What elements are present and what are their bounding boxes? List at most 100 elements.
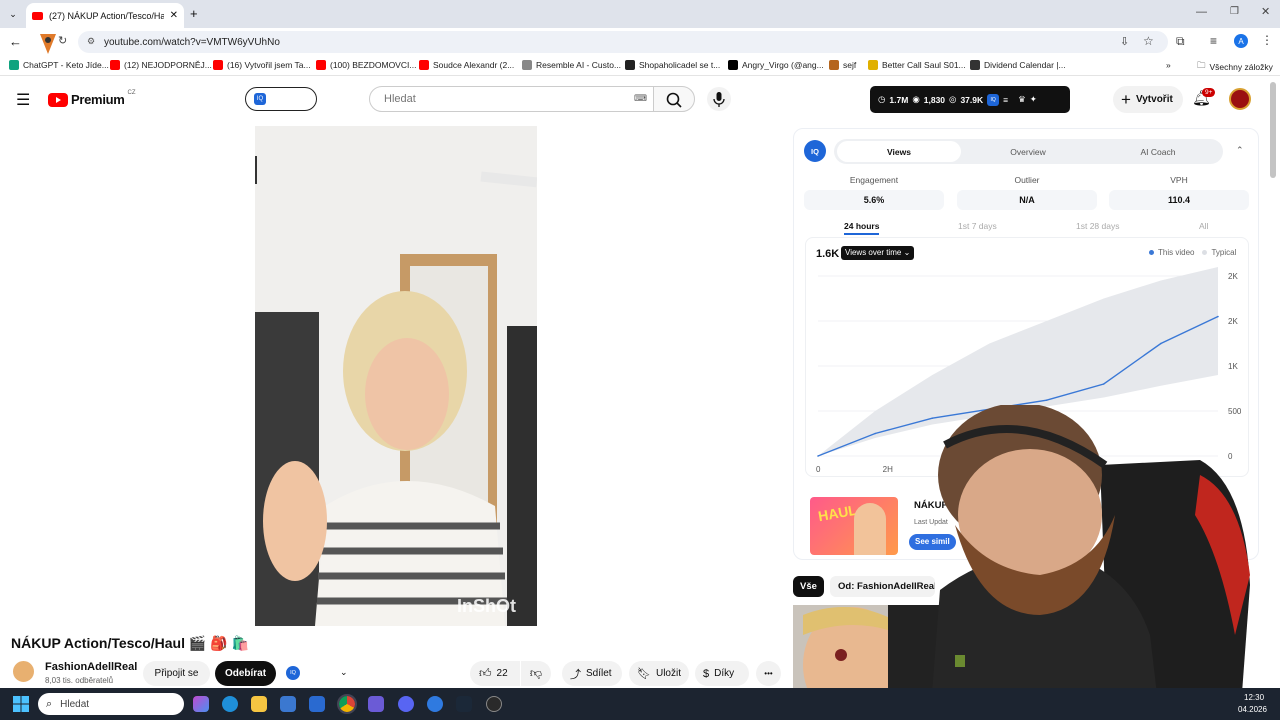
mail-icon[interactable] (309, 696, 325, 712)
channel-name[interactable]: FashionAdellReal (45, 661, 137, 673)
account-avatar[interactable] (1229, 88, 1251, 110)
views-over-time-dropdown[interactable]: Views over time ⌄ (841, 246, 915, 260)
profile-avatar[interactable]: A (1234, 34, 1248, 48)
bookmark-item[interactable]: Better Call Saul S01... (868, 60, 966, 70)
bookmark-item[interactable]: ChatGPT - Keto Jíde... (9, 60, 109, 70)
voice-search-button[interactable] (707, 87, 731, 111)
video-player[interactable]: InShOt (255, 126, 537, 626)
iq-channel-icon[interactable]: IQ (286, 666, 300, 680)
steam-icon[interactable] (456, 696, 472, 712)
youtube-logo-icon (48, 92, 68, 107)
bookmark-label: (100) BEZDOMOVCI... (330, 60, 417, 70)
range-7-days[interactable]: 1st 7 days (958, 221, 997, 231)
minimize-icon[interactable]: — (1196, 6, 1207, 18)
range-24-hours[interactable]: 24 hours (844, 221, 880, 235)
join-button[interactable]: Připojit se (143, 661, 210, 686)
subscribe-button[interactable]: Odebírat (215, 661, 276, 686)
related-thumbnail[interactable]: HAUL (810, 497, 898, 555)
bookmark-item[interactable]: (12) NEJODPORNĚJ... (110, 60, 212, 70)
install-icon[interactable]: ⇩ (1120, 35, 1129, 48)
windows-start-icon[interactable] (13, 696, 29, 712)
chip-all[interactable]: Vše (793, 576, 824, 597)
page-scrollbar[interactable] (1270, 82, 1276, 178)
bookmarks-overflow-icon[interactable]: » (1166, 60, 1171, 70)
browser-menu-icon[interactable]: ⋮ (1261, 33, 1273, 47)
more-actions-button[interactable]: ••• (756, 661, 781, 686)
bookmark-favicon-icon (316, 60, 326, 70)
bookmark-favicon-icon (522, 60, 532, 70)
new-tab-button[interactable]: + (190, 6, 198, 21)
search-input[interactable]: Hledat ⌨ (369, 86, 654, 112)
range-all[interactable]: All (1199, 221, 1208, 231)
kpi-vph-label: VPH (1170, 175, 1188, 185)
iq-search-toggle[interactable]: IQ (245, 87, 317, 111)
close-window-icon[interactable]: ✕ (1261, 5, 1270, 18)
reload-icon[interactable]: ↻ (58, 34, 67, 47)
tab-overview[interactable]: Overview (966, 141, 1090, 162)
youtube-header: ☰ Premium CZ IQ Hledat ⌨ ◷ 1.7M ◉ 1,830 ◎ 3… (0, 80, 1266, 120)
browser-tab[interactable]: (27) NÁKUP Action/Tesco/Haul | ✕ (26, 3, 184, 28)
bookmark-item[interactable]: Soudce Alexandr (2... (419, 60, 514, 70)
youtube-premium-logo[interactable]: Premium CZ (48, 90, 136, 107)
bookmark-item[interactable]: Dividend Calendar |... (970, 60, 1066, 70)
save-button[interactable]: 🔖︎ Uložit (629, 661, 689, 686)
bookmark-item[interactable]: Resemble AI - Custo... (522, 60, 621, 70)
search-icon (666, 92, 682, 108)
video-title: NÁKUP Action/Tesco/Haul 🎬 🎒 🛍️ (11, 635, 249, 651)
sparkle-icon[interactable]: ✦ (1030, 94, 1037, 105)
taskbar-search[interactable]: ⌕ Hledat (38, 693, 184, 715)
hamburger-menu-icon[interactable]: ☰ (16, 90, 30, 110)
keyboard-icon[interactable]: ⌨ (634, 93, 647, 104)
all-bookmarks-folder[interactable]: 🗀 Všechny záložky (1197, 60, 1273, 74)
edge-icon[interactable] (222, 696, 238, 712)
trophy-icon[interactable]: ♛ (1018, 94, 1026, 105)
clock-icon: ◷ (878, 94, 886, 104)
channel-stats-pill[interactable]: ◷ 1.7M ◉ 1,830 ◎ 37.9K IQ ≡ ♛ ✦ (870, 86, 1070, 113)
bookmark-item[interactable]: (100) BEZDOMOVCI... (316, 60, 416, 70)
url-bar[interactable]: ⚙ youtube.com/watch?v=VMTW6yVUhNo ⇩ ☆ (78, 31, 1168, 53)
back-icon[interactable]: ← (9, 34, 22, 49)
bookmark-item[interactable]: (16) Vytvořil jsem Ta... (213, 60, 311, 70)
extensions-icon[interactable]: ⧉ (1176, 34, 1185, 49)
like-button[interactable]: 👍︎ 22 (470, 661, 520, 686)
tab-ai-coach[interactable]: AI Coach (1096, 141, 1220, 162)
list-icon[interactable]: ≡ (1003, 95, 1008, 105)
copilot-icon[interactable] (193, 696, 209, 712)
chevron-down-icon[interactable]: ⌄ (340, 667, 348, 678)
restore-icon[interactable]: ❐ (1230, 6, 1239, 17)
close-tab-icon[interactable]: ✕ (170, 10, 178, 21)
chrome-icon[interactable] (337, 694, 357, 714)
dislike-button[interactable]: 👎︎ (521, 661, 551, 686)
extension-carrot-icon[interactable] (38, 30, 58, 56)
bookmark-star-icon[interactable]: ☆ (1143, 34, 1154, 48)
search-button[interactable] (653, 86, 695, 112)
discord-icon[interactable] (398, 696, 414, 712)
bookmark-favicon-icon (110, 60, 120, 70)
range-28-days[interactable]: 1st 28 days (1076, 221, 1119, 231)
channel-avatar[interactable] (11, 659, 36, 684)
thanks-button[interactable]: $ Díky (695, 661, 749, 686)
create-button[interactable]: + Vytvořit (1113, 86, 1183, 113)
browser-tab-bar: ⌄ (27) NÁKUP Action/Tesco/Haul | ✕ + — ❐… (0, 0, 1280, 28)
tab-list-chevron-icon[interactable]: ⌄ (6, 7, 20, 21)
media-icon[interactable]: ≡ (1210, 34, 1217, 48)
obs-icon[interactable] (486, 696, 502, 712)
bookmark-item[interactable]: sejf (829, 60, 856, 70)
x-tick-label: 2H (883, 465, 893, 474)
this-video-point (817, 455, 819, 457)
bookmark-item[interactable]: Angry_Virgo (@ang... (728, 60, 824, 70)
site-info-icon[interactable]: ⚙ (87, 36, 95, 47)
share-button[interactable]: ⤴ Sdílet (562, 661, 622, 686)
thumbnail-text: HAUL (816, 501, 858, 525)
dropdown-chevron-icon: ⌄ (903, 248, 911, 257)
teams-icon[interactable] (368, 696, 384, 712)
kpi-engagement-value: 5.6% (804, 190, 944, 210)
windows-taskbar: ⌕ Hledat 12:30 04.2026 (0, 688, 1280, 720)
tab-views[interactable]: Views (837, 141, 961, 162)
bookmark-item[interactable]: Shopaholicadel se t... (625, 60, 720, 70)
store-icon[interactable] (280, 696, 296, 712)
collapse-chevron-icon[interactable]: ⌃ (1236, 145, 1244, 156)
bookmark-favicon-icon (829, 60, 839, 70)
file-explorer-icon[interactable] (251, 696, 267, 712)
bluesky-icon[interactable] (427, 696, 443, 712)
